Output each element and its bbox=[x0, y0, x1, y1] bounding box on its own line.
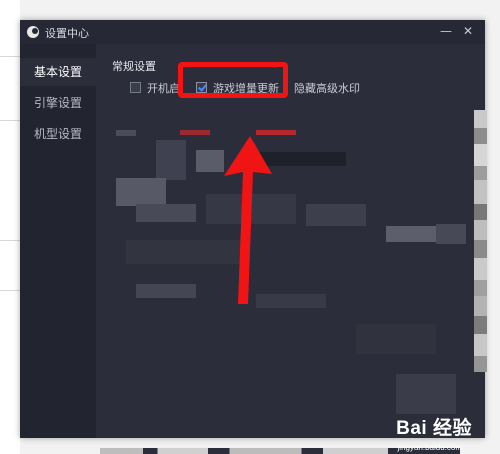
blurred-content bbox=[156, 140, 186, 180]
blurred-content bbox=[256, 130, 296, 135]
blurred-content bbox=[180, 130, 210, 135]
window-title: 设置中心 bbox=[45, 27, 89, 40]
close-icon[interactable]: ✕ bbox=[460, 23, 476, 39]
sidebar-item-device-settings[interactable]: 机型设置 bbox=[20, 120, 96, 148]
blurred-content bbox=[116, 178, 166, 206]
background-page bbox=[0, 0, 20, 454]
sidebar-item-basic-settings[interactable]: 基本设置 bbox=[20, 58, 96, 86]
blurred-content bbox=[306, 204, 366, 226]
blurred-content bbox=[136, 284, 196, 298]
option-label: 开机启 bbox=[147, 82, 180, 95]
sidebar-item-engine-settings[interactable]: 引擎设置 bbox=[20, 89, 96, 117]
option-label: 隐藏高级水印 bbox=[294, 82, 360, 95]
blurred-content bbox=[116, 130, 136, 136]
blurred-content bbox=[396, 374, 456, 414]
blurred-content bbox=[436, 224, 466, 244]
background-divider bbox=[0, 56, 20, 57]
title-bar[interactable]: 设置中心 — ✕ bbox=[20, 20, 485, 44]
blurred-content bbox=[136, 204, 196, 222]
section-title: 常规设置 bbox=[112, 60, 156, 73]
autostart-checkbox[interactable] bbox=[130, 82, 141, 93]
settings-content: 常规设置 开机启 游戏增量更新 隐藏高级水印 bbox=[96, 44, 485, 438]
app-logo-icon bbox=[27, 26, 39, 38]
blurred-scrollbar bbox=[474, 110, 487, 450]
background-divider bbox=[0, 290, 20, 291]
background-divider bbox=[0, 240, 20, 241]
sidebar: 基本设置 引擎设置 机型设置 bbox=[20, 44, 96, 438]
blurred-content bbox=[356, 324, 436, 354]
background-divider bbox=[0, 120, 20, 121]
annotation-highlight-box bbox=[178, 62, 288, 98]
annotation-arrow-icon bbox=[224, 136, 272, 304]
blurred-content bbox=[386, 226, 436, 242]
minimize-icon[interactable]: — bbox=[438, 23, 454, 39]
watermark-logo: Bai 经验 bbox=[396, 418, 472, 439]
watermark-url: jingyan.baidu.com bbox=[397, 443, 462, 452]
